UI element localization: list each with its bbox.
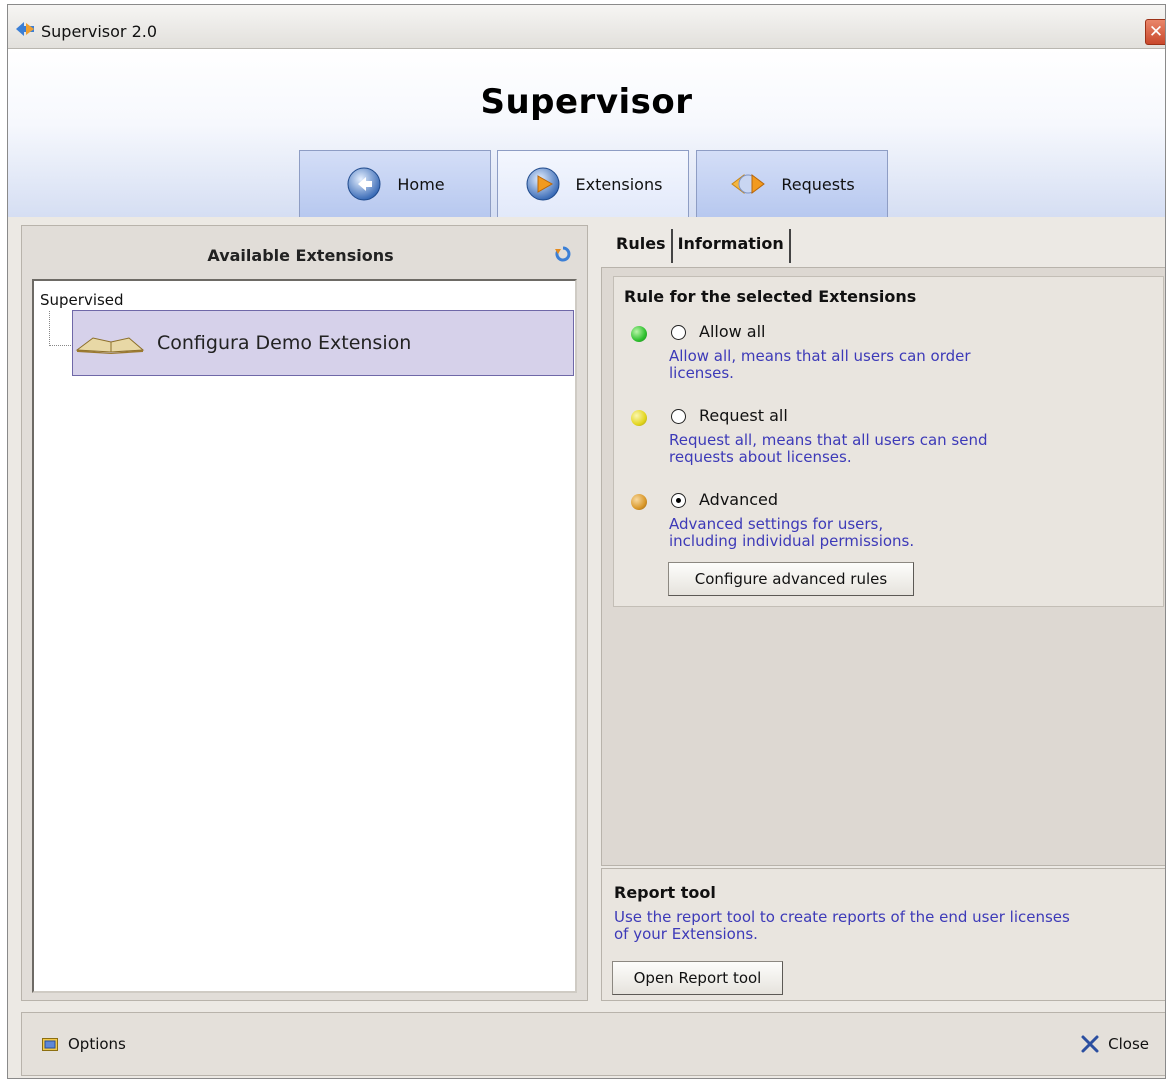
- allow-all-radio[interactable]: [671, 325, 686, 340]
- allow-all-label[interactable]: Allow all: [699, 322, 766, 341]
- request-all-label[interactable]: Request all: [699, 406, 788, 425]
- app-window: Supervisor 2.0 ✕ Supervisor Home Extensi…: [7, 4, 1166, 1079]
- orange-status-icon: [631, 494, 647, 510]
- request-all-description: Request all, means that all users can se…: [669, 432, 1059, 466]
- request-all-desc-line-2: requests about licenses.: [669, 448, 852, 466]
- tab-information[interactable]: Information: [673, 229, 791, 263]
- tree-root-supervised[interactable]: Supervised: [40, 291, 124, 309]
- advanced-desc-line-1: Advanced settings for users,: [669, 515, 884, 533]
- report-tool-desc-line-2: of your Extensions.: [614, 925, 758, 943]
- available-extensions-title: Available Extensions: [22, 246, 587, 265]
- tree-item-configura-demo-extension[interactable]: Configura Demo Extension: [72, 310, 574, 376]
- advanced-desc-line-2: including individual permissions.: [669, 532, 915, 550]
- book-icon: [75, 337, 145, 354]
- rules-panel: Rule for the selected Extensions Allow a…: [601, 267, 1165, 866]
- open-report-tool-button[interactable]: Open Report tool: [612, 961, 783, 995]
- configure-advanced-rules-button[interactable]: Configure advanced rules: [668, 562, 914, 596]
- nav-extensions-button[interactable]: Extensions: [497, 150, 689, 217]
- options-icon: [42, 1038, 58, 1051]
- tab-rules-label: Rules: [616, 234, 666, 253]
- close-label: Close: [1108, 1035, 1149, 1053]
- nav-extensions-label: Extensions: [575, 174, 663, 194]
- rules-title: Rule for the selected Extensions: [624, 287, 917, 306]
- header-banner: Supervisor Home Extensions Requests: [8, 49, 1165, 217]
- detail-tabs: Rules Information: [611, 229, 791, 265]
- footer-bar: Options Close: [21, 1012, 1165, 1076]
- green-status-icon: [631, 326, 647, 342]
- nav-home-label: Home: [397, 174, 445, 194]
- close-button[interactable]: Close: [1080, 1034, 1149, 1054]
- options-label: Options: [68, 1035, 126, 1053]
- extensions-icon: [526, 167, 560, 201]
- rules-box: Rule for the selected Extensions Allow a…: [613, 276, 1164, 607]
- tree-item-label: Configura Demo Extension: [157, 332, 412, 354]
- report-tool-description: Use the report tool to create reports of…: [614, 909, 1154, 943]
- advanced-label[interactable]: Advanced: [699, 490, 778, 509]
- window-close-button[interactable]: ✕: [1145, 19, 1165, 45]
- options-button[interactable]: Options: [42, 1035, 126, 1053]
- yellow-status-icon: [631, 410, 647, 426]
- tree-connector-horizontal: [49, 345, 71, 346]
- supervisor-logo-icon: [16, 22, 34, 36]
- tree-connector-vertical: [49, 311, 50, 346]
- allow-all-description: Allow all, means that all users can orde…: [669, 348, 1059, 382]
- allow-all-desc-line-1: Allow all, means that all users can orde…: [669, 347, 971, 365]
- requests-icon: [731, 174, 766, 194]
- app-heading: Supervisor: [480, 82, 693, 122]
- window-title: Supervisor 2.0: [41, 22, 158, 41]
- available-extensions-panel: Available Extensions Supervised Configur…: [21, 225, 588, 1001]
- advanced-description: Advanced settings for users, including i…: [669, 516, 1059, 550]
- report-tool-panel: Report tool Use the report tool to creat…: [601, 868, 1165, 1001]
- available-extensions-title-text: Available Extensions: [207, 246, 394, 265]
- report-tool-title: Report tool: [614, 883, 716, 902]
- refresh-icon[interactable]: [555, 246, 571, 262]
- tab-information-label: Information: [677, 234, 784, 253]
- allow-all-desc-line-2: licenses.: [669, 364, 734, 382]
- request-all-desc-line-1: Request all, means that all users can se…: [669, 431, 988, 449]
- nav-requests-label: Requests: [781, 174, 855, 194]
- tab-rules[interactable]: Rules: [611, 229, 673, 263]
- close-x-glyph: ✕: [1148, 22, 1164, 42]
- extensions-tree[interactable]: Supervised Configura Demo Extension: [32, 279, 577, 993]
- close-icon: [1081, 1035, 1099, 1053]
- request-all-radio[interactable]: [671, 409, 686, 424]
- title-bar: Supervisor 2.0 ✕: [8, 5, 1165, 49]
- home-icon: [347, 167, 381, 201]
- report-tool-desc-line-1: Use the report tool to create reports of…: [614, 908, 1070, 926]
- nav-requests-button[interactable]: Requests: [696, 150, 888, 217]
- advanced-radio[interactable]: [671, 493, 686, 508]
- nav-home-button[interactable]: Home: [299, 150, 491, 217]
